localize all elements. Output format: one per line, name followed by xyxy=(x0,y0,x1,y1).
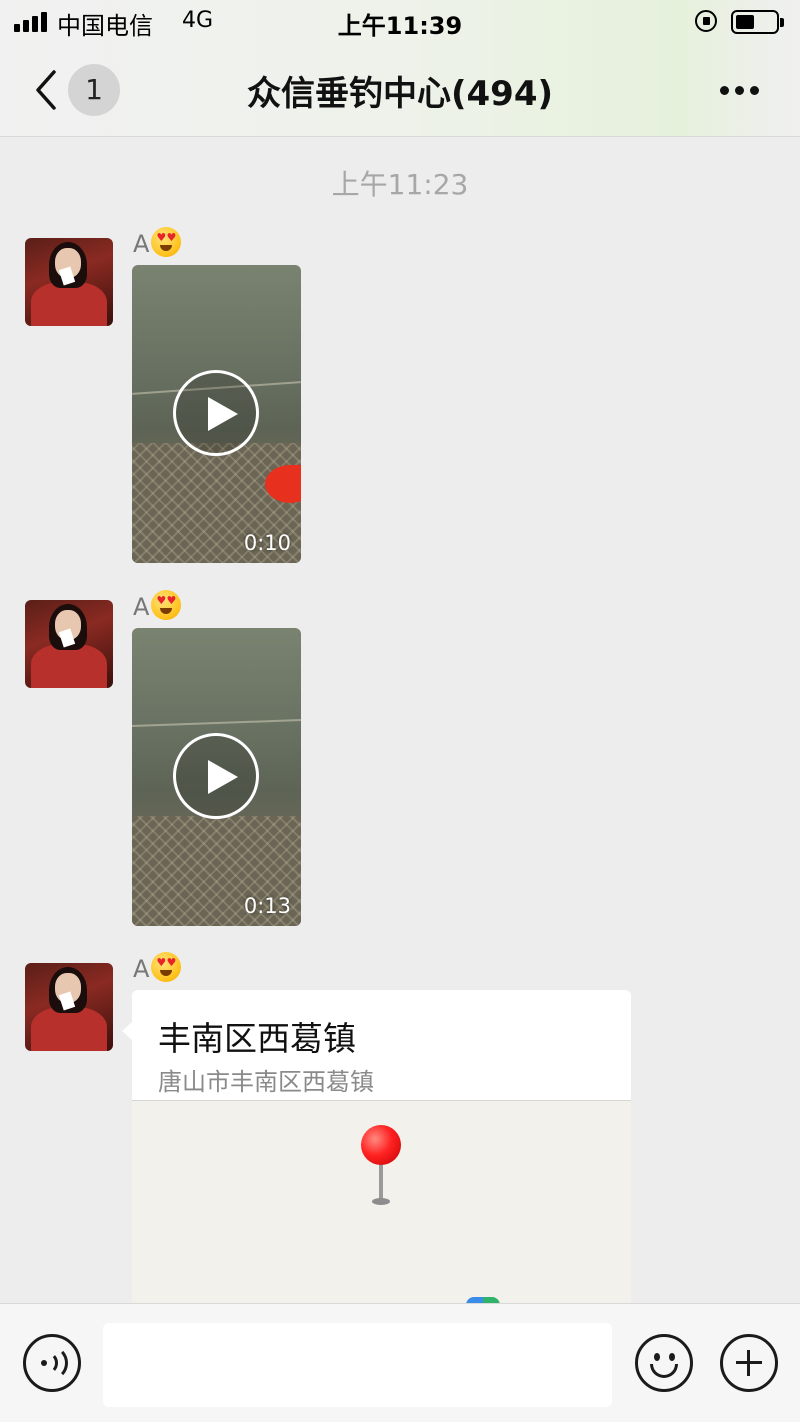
emoji-icon[interactable] xyxy=(635,1334,693,1392)
location-address: 唐山市丰南区西葛镇 xyxy=(158,1068,374,1096)
video-duration: 0:13 xyxy=(243,894,291,918)
location-map[interactable] xyxy=(132,1100,631,1303)
battery-icon xyxy=(731,10,784,34)
message-list[interactable]: 上午11:23 A 0:10 A 0:13 A 丰南区西葛镇 唐山市丰南区西葛镇 xyxy=(0,137,800,1303)
voice-icon[interactable] xyxy=(23,1334,81,1392)
avatar[interactable] xyxy=(25,600,113,688)
play-icon[interactable] xyxy=(173,370,259,456)
location-message[interactable]: 丰南区西葛镇 唐山市丰南区西葛镇 xyxy=(122,990,631,1303)
chat-title: 众信垂钓中心(494) xyxy=(246,74,554,114)
play-icon[interactable] xyxy=(173,733,259,819)
map-pin-icon xyxy=(379,1163,383,1201)
nav-bar: 1 众信垂钓中心(494) xyxy=(0,44,800,137)
heart-eyes-emoji xyxy=(151,590,182,620)
more-dots-icon[interactable] xyxy=(720,86,760,96)
video-message[interactable]: 0:10 xyxy=(132,265,301,563)
sender-name: A xyxy=(133,590,182,623)
status-bar: 中国电信 4G 上午11:39 xyxy=(0,0,800,44)
header: 中国电信 4G 上午11:39 1 众信垂钓中心(494) xyxy=(0,0,800,137)
clock: 上午11:39 xyxy=(337,12,463,40)
video-message[interactable]: 0:13 xyxy=(132,628,301,926)
avatar[interactable] xyxy=(25,238,113,326)
input-bar xyxy=(0,1303,800,1422)
heart-eyes-emoji xyxy=(151,227,182,257)
message-timestamp: 上午11:23 xyxy=(331,168,469,201)
video-duration: 0:10 xyxy=(243,531,291,555)
plus-icon[interactable] xyxy=(720,1334,778,1392)
sender-name: A xyxy=(133,227,182,260)
location-name: 丰南区西葛镇 xyxy=(158,1019,356,1058)
orientation-lock-icon xyxy=(695,10,717,32)
avatar[interactable] xyxy=(25,963,113,1051)
heart-eyes-emoji xyxy=(151,952,182,982)
sender-name: A xyxy=(133,952,182,985)
message-input[interactable] xyxy=(103,1323,612,1407)
